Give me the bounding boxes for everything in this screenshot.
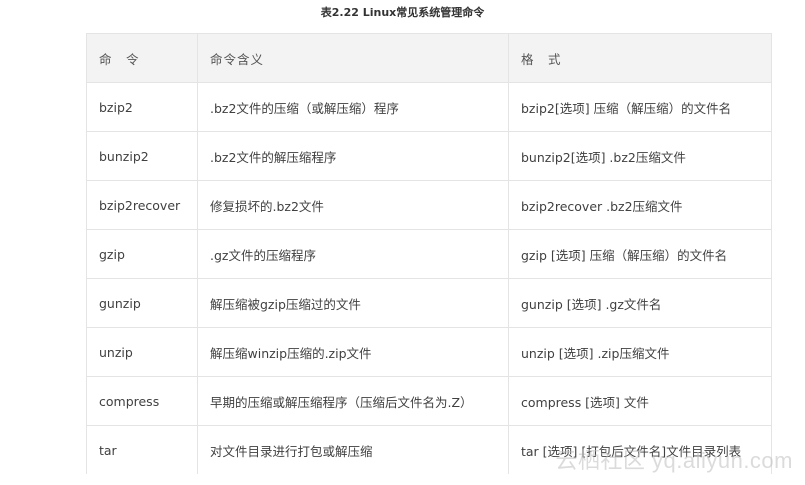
table-row: tar 对文件目录进行打包或解压缩 tar [选项] [打包后文件名]文件目录列…: [86, 425, 772, 474]
cell-meaning: 早期的压缩或解压缩程序（压缩后文件名为.Z）: [197, 376, 509, 426]
table-caption: 表2.22 Linux常见系统管理命令: [320, 6, 485, 19]
header-meaning: 命令含义: [197, 33, 509, 83]
cell-command: bzip2recover: [86, 180, 198, 230]
table-row: gunzip 解压缩被gzip压缩过的文件 gunzip [选项] .gz文件名: [86, 278, 772, 328]
cell-command: bunzip2: [86, 131, 198, 181]
cell-format: gunzip [选项] .gz文件名: [508, 278, 772, 328]
table-row: compress 早期的压缩或解压缩程序（压缩后文件名为.Z） compress…: [86, 376, 772, 426]
table-row: bzip2 .bz2文件的压缩（或解压缩）程序 bzip2[选项] 压缩（解压缩…: [86, 82, 772, 132]
cell-meaning: 对文件目录进行打包或解压缩: [197, 425, 509, 474]
cell-meaning: 修复损坏的.bz2文件: [197, 180, 509, 230]
cell-format: gzip [选项] 压缩（解压缩）的文件名: [508, 229, 772, 279]
header-format: 格 式: [508, 33, 772, 83]
cell-meaning: .gz文件的压缩程序: [197, 229, 509, 279]
table-header-row: 命 令 命令含义 格 式: [86, 33, 772, 83]
cell-format: bzip2[选项] 压缩（解压缩）的文件名: [508, 82, 772, 132]
cell-command: tar: [86, 425, 198, 474]
table-row: bunzip2 .bz2文件的解压缩程序 bunzip2[选项] .bz2压缩文…: [86, 131, 772, 181]
cell-command: gunzip: [86, 278, 198, 328]
cell-command: bzip2: [86, 82, 198, 132]
command-table: 命 令 命令含义 格 式 bzip2 .bz2文件的压缩（或解压缩）程序 bzi…: [86, 33, 772, 474]
cell-meaning: 解压缩winzip压缩的.zip文件: [197, 327, 509, 377]
table-row: gzip .gz文件的压缩程序 gzip [选项] 压缩（解压缩）的文件名: [86, 229, 772, 279]
cell-meaning: 解压缩被gzip压缩过的文件: [197, 278, 509, 328]
cell-format: bunzip2[选项] .bz2压缩文件: [508, 131, 772, 181]
cell-format: bzip2recover .bz2压缩文件: [508, 180, 772, 230]
cell-meaning: .bz2文件的压缩（或解压缩）程序: [197, 82, 509, 132]
cell-command: unzip: [86, 327, 198, 377]
table-row: bzip2recover 修复损坏的.bz2文件 bzip2recover .b…: [86, 180, 772, 230]
cell-format: tar [选项] [打包后文件名]文件目录列表: [508, 425, 772, 474]
cell-meaning: .bz2文件的解压缩程序: [197, 131, 509, 181]
header-command: 命 令: [86, 33, 198, 83]
cell-command: compress: [86, 376, 198, 426]
cell-command: gzip: [86, 229, 198, 279]
cell-format: unzip [选项] .zip压缩文件: [508, 327, 772, 377]
cell-format: compress [选项] 文件: [508, 376, 772, 426]
table-row: unzip 解压缩winzip压缩的.zip文件 unzip [选项] .zip…: [86, 327, 772, 377]
